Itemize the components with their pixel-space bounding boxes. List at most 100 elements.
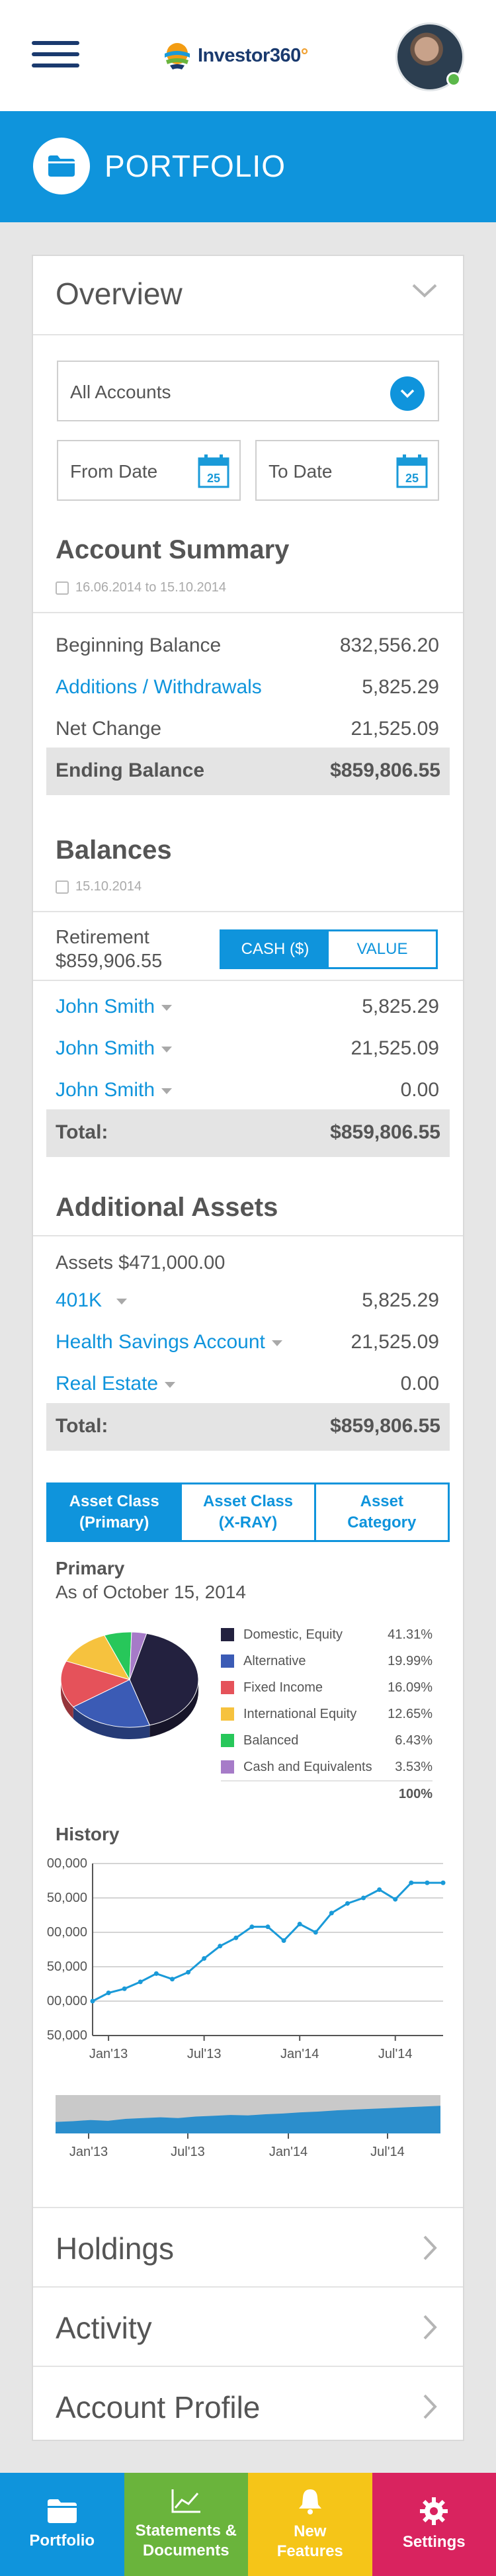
toggle-cash[interactable]: CASH ($) (222, 931, 329, 967)
legend-percent: 16.09% (388, 1680, 433, 1695)
history-point (90, 1998, 95, 2004)
legend-label: Balanced (243, 1733, 299, 1748)
caret-down-icon (165, 1381, 176, 1388)
balance-value: 21,525.09 (351, 1037, 439, 1059)
nav-portfolio[interactable]: Portfolio (0, 2473, 124, 2576)
cash-value-toggle: CASH ($) VALUE (220, 929, 438, 969)
x-tick-label: Jan'13 (89, 2047, 128, 2061)
divider (33, 980, 463, 981)
bottom-nav: Portfolio Statements & Documents New Featu… (0, 2473, 496, 2576)
calendar-day: 25 (405, 472, 419, 485)
balance-row: John Smith 5,825.29 (56, 990, 439, 1023)
summary-label: Beginning Balance (56, 634, 222, 656)
pie-chart-slices (60, 1631, 199, 1739)
holdings-row[interactable]: Holdings (33, 2207, 463, 2286)
asset-class-tabs: Asset Class (Primary) Asset Class (X-RAY) … (46, 1482, 450, 1542)
app-logo[interactable]: Investor360° (162, 34, 308, 77)
summary-value: 832,556.20 (339, 634, 439, 656)
folder-icon (47, 2499, 77, 2523)
ending-balance-value: $859,806.55 (330, 759, 440, 781)
caret-down-icon (116, 1298, 128, 1305)
overview-card: Overview All Accounts From Date 25 To Da… (32, 255, 464, 2441)
asset-row: Real Estate 0.00 (56, 1367, 439, 1400)
history-point (265, 1924, 270, 1930)
history-point (122, 1986, 127, 1991)
asset-value: 0.00 (400, 1373, 439, 1395)
total-value: $859,806.55 (330, 1415, 440, 1437)
divider (33, 911, 463, 912)
nav-statements-documents[interactable]: Statements & Documents (124, 2473, 248, 2576)
history-line-chart: $650,000 $700,000 $750,000 $800,000 $850,000… (46, 1857, 446, 2061)
account-owner-dropdown[interactable]: John Smith (56, 996, 173, 1018)
nav-new-features[interactable]: New Features (248, 2473, 372, 2576)
chevron-down-icon (411, 282, 438, 302)
y-tick-label: $850,000 (46, 1891, 87, 1905)
history-point (138, 1979, 143, 1985)
caret-down-icon (271, 1340, 282, 1346)
nav-settings[interactable]: Settings (372, 2473, 496, 2576)
balance-row: John Smith 0.00 (56, 1074, 439, 1107)
overview-header[interactable]: Overview (33, 256, 463, 335)
history-navigator-chart[interactable]: Jan'13 Jul'13 Jan'14 Jul'14 (56, 2088, 440, 2174)
chevron-right-icon (422, 2235, 438, 2264)
history-point (393, 1897, 398, 1902)
online-status-icon (446, 72, 461, 87)
balances-total-row: Total: $859,806.55 (46, 1109, 450, 1157)
nav-settings-label: Settings (402, 2533, 466, 2551)
page-title: PORTFOLIO (104, 149, 286, 183)
overview-title: Overview (56, 277, 183, 311)
assets-total-row: Total: $859,806.55 (46, 1403, 450, 1451)
additions-withdrawals-link[interactable]: Additions / Withdrawals (56, 676, 262, 699)
summary-value: 5,825.29 (362, 676, 439, 698)
account-select[interactable]: All Accounts (57, 361, 439, 421)
asset-dropdown[interactable]: 401K (56, 1289, 128, 1312)
to-date-field[interactable]: To Date 25 (255, 440, 439, 501)
legend-item: Balanced 6.43% (221, 1727, 433, 1754)
asset-value: 21,525.09 (351, 1331, 439, 1353)
balances-date-row: 15.10.2014 (56, 879, 142, 894)
asset-dropdown[interactable]: Health Savings Account (56, 1331, 282, 1353)
calendar-icon[interactable]: 25 (395, 453, 429, 492)
retirement-block: Retirement $859,906.55 (56, 925, 162, 973)
account-profile-row[interactable]: Account Profile (33, 2366, 463, 2445)
bell-icon (298, 2489, 321, 2514)
nav-features-label: New Features (276, 2522, 343, 2560)
legend-item: Cash and Equivalents 3.53% (221, 1754, 433, 1780)
history-point (425, 1880, 430, 1885)
asset-dropdown[interactable]: Real Estate (56, 1373, 176, 1395)
from-date-field[interactable]: From Date 25 (57, 440, 241, 501)
assets-line: Assets $471,000.00 (56, 1252, 226, 1273)
tab-asset-class-primary[interactable]: Asset Class (Primary) (48, 1484, 183, 1540)
account-owner-dropdown[interactable]: John Smith (56, 1037, 173, 1060)
legend-percent: 3.53% (395, 1760, 433, 1774)
legend-item: Fixed Income 16.09% (221, 1674, 433, 1701)
nav-portfolio-label: Portfolio (29, 2532, 95, 2550)
calendar-icon[interactable]: 25 (197, 453, 230, 492)
calendar-day: 25 (207, 472, 220, 485)
legend-label: Domestic, Equity (243, 1627, 343, 1642)
legend-percent: 19.99% (388, 1654, 433, 1668)
navigator-tick-label: Jan'13 (69, 2145, 108, 2159)
holdings-label: Holdings (56, 2231, 174, 2266)
history-point (329, 1911, 334, 1916)
folder-icon (33, 138, 90, 194)
history-point (313, 1930, 318, 1935)
balance-value: 0.00 (400, 1079, 439, 1101)
activity-row[interactable]: Activity (33, 2286, 463, 2366)
legend-label: Cash and Equivalents (243, 1760, 372, 1774)
legend-label: International Equity (243, 1707, 357, 1721)
ending-balance-label: Ending Balance (56, 759, 205, 781)
retirement-label: Retirement (56, 927, 149, 948)
toggle-value[interactable]: VALUE (329, 931, 436, 967)
summary-value: 21,525.09 (351, 718, 439, 740)
retirement-value: $859,906.55 (56, 951, 163, 972)
balance-row: John Smith 21,525.09 (56, 1032, 439, 1065)
tab-asset-category[interactable]: Asset Category (315, 1484, 448, 1540)
tab-asset-class-xray[interactable]: Asset Class (X-RAY) (182, 1484, 316, 1540)
avatar[interactable] (395, 22, 464, 91)
legend-label: Alternative (243, 1654, 306, 1668)
legend-swatch (221, 1654, 234, 1668)
history-point (297, 1922, 302, 1927)
menu-icon[interactable] (32, 41, 79, 70)
account-owner-dropdown[interactable]: John Smith (56, 1079, 173, 1101)
